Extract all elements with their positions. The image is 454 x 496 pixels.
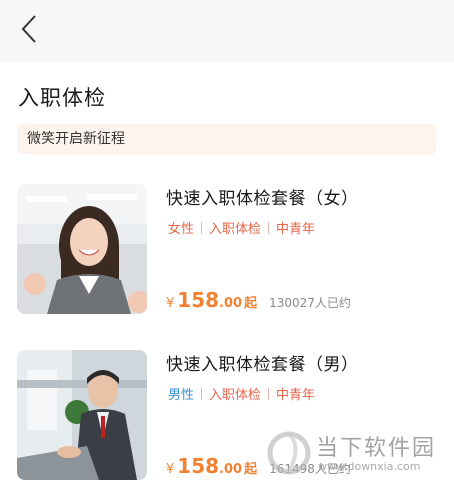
watermark: 当下软件园 www.downxia.com [266, 426, 452, 482]
tag-separator [201, 221, 203, 234]
currency-symbol: ¥ [166, 296, 175, 311]
tag-separator [201, 387, 203, 400]
tag-gender: 男性 [168, 388, 195, 403]
booked-count: 130027人已约 [269, 296, 351, 310]
package-tags: 女性 入职体检 中青年 [168, 218, 315, 237]
price-integer: 158 [177, 288, 220, 312]
package-card-female[interactable]: 快速入职体检套餐（女） 女性 入职体检 中青年 ¥ 158 .00 起 1300… [17, 184, 437, 316]
tag-age: 中青年 [276, 388, 316, 403]
chevron-left-icon [20, 14, 38, 48]
price-suffix: 起 [244, 296, 258, 311]
package-title: 快速入职体检套餐（女） [166, 189, 359, 209]
tag-gender: 女性 [168, 222, 195, 237]
price-row: ¥ 158 .00 起 130027人已约 [166, 288, 351, 312]
watermark-title: 当下软件园 [316, 436, 437, 461]
price-decimal: .00 [219, 296, 243, 311]
package-title: 快速入职体检套餐（男） [166, 355, 359, 375]
tag-age: 中青年 [276, 222, 316, 237]
tag-category: 入职体检 [209, 388, 262, 403]
price-suffix: 起 [244, 462, 258, 477]
watermark-url: www.downxia.com [318, 460, 421, 473]
top-bar [0, 0, 454, 62]
price-integer: 158 [177, 454, 220, 478]
package-image-female [17, 184, 147, 314]
back-button[interactable] [12, 14, 46, 48]
currency-symbol: ¥ [166, 462, 175, 477]
slogan-banner: 微笑开启新征程 [17, 124, 436, 154]
page-title: 入职体检 [18, 86, 106, 110]
tag-separator [268, 387, 270, 400]
package-tags: 男性 入职体检 中青年 [168, 384, 315, 403]
price-decimal: .00 [219, 462, 243, 477]
tag-separator [268, 221, 270, 234]
package-image-male [17, 350, 147, 480]
tag-category: 入职体检 [209, 222, 262, 237]
